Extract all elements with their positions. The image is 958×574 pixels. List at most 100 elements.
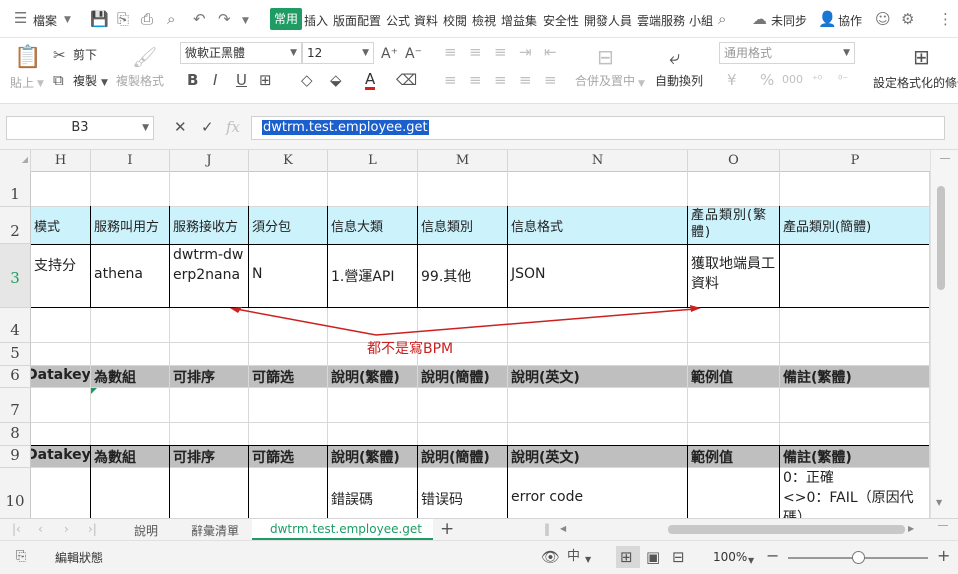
align-left-icon[interactable]: ≡ [444, 72, 457, 88]
eraser-icon[interactable]: ⌫ [396, 72, 417, 88]
bold-icon[interactable]: B [187, 72, 198, 88]
more-icon[interactable]: ⋮ [938, 10, 953, 28]
cell-j6[interactable]: 可排序 [170, 367, 248, 387]
highlight-icon[interactable]: ⬙ [330, 72, 342, 88]
conditional-format-button[interactable]: 設定格式化的條件 [873, 74, 958, 91]
align-center-icon[interactable]: ≡ [469, 72, 482, 88]
align-top-icon[interactable]: ≡ [444, 44, 457, 60]
column-header-m[interactable]: M [418, 150, 508, 172]
last-sheet-icon[interactable]: ›| [88, 522, 97, 536]
justify-icon[interactable]: ≡ [519, 72, 532, 88]
name-box[interactable]: B3 ▼ [6, 116, 154, 140]
split-handle[interactable] [940, 158, 950, 159]
font-size-select[interactable]: 12 ▼ [302, 42, 374, 64]
prev-sheet-icon[interactable]: ‹ [38, 522, 43, 536]
chevron-down-icon[interactable]: ▼ [64, 11, 71, 29]
column-header-o[interactable]: O [688, 150, 780, 172]
percent-icon[interactable]: % [760, 72, 774, 88]
cell-n6[interactable]: 說明(英文) [508, 367, 687, 387]
scroll-left-icon[interactable]: ◀ [560, 524, 566, 533]
tab-insert[interactable]: 插入 [304, 12, 328, 29]
page-break-icon[interactable]: ⊟ [672, 549, 685, 565]
cut-button[interactable]: 剪下 [73, 46, 97, 63]
copy-icon[interactable]: ⧉ [53, 72, 64, 88]
eye-protect-icon[interactable]: 👁 [541, 549, 560, 565]
chevron-down-icon[interactable]: ▼ [101, 75, 108, 91]
cell-l6[interactable]: 說明(繁體) [328, 367, 417, 387]
cell-grid[interactable]: 1 2 3 4 5 6 7 8 9 10 模式 服務叫用方 服務接收方 須分包 … [0, 172, 930, 518]
zoom-level[interactable]: 100% [713, 550, 747, 564]
distribute-icon[interactable]: ≡ [544, 72, 557, 88]
currency-icon[interactable]: ¥ [727, 72, 737, 88]
tab-cloud[interactable]: 雲端服務 [637, 12, 685, 29]
file-menu[interactable]: 檔案 [33, 12, 57, 29]
sync-status[interactable]: 未同步 [771, 12, 807, 29]
tab-view[interactable]: 檢視 [472, 12, 496, 29]
add-sheet-icon[interactable]: + [440, 519, 454, 539]
font-shrink-icon[interactable]: A⁻ [405, 46, 422, 62]
user-icon[interactable]: 👤 [818, 10, 837, 28]
zoom-in-icon[interactable]: + [937, 548, 950, 564]
tab-data[interactable]: 資料 [414, 12, 438, 29]
tab-security[interactable]: 安全性 [543, 12, 579, 29]
font-grow-icon[interactable]: A⁺ [381, 46, 398, 62]
cell-j9[interactable]: 可排序 [170, 447, 248, 467]
chevron-down-icon[interactable]: ▼ [748, 553, 754, 569]
sheet-tab-active-label[interactable]: dwtrm.test.employee.get [270, 522, 422, 536]
export-icon[interactable]: ⎘ [117, 10, 129, 28]
sheet-tab-readme[interactable]: 說明 [134, 522, 158, 539]
horizontal-scroll-thumb[interactable] [668, 525, 905, 534]
chevron-down-icon[interactable]: ▼ [585, 552, 591, 568]
redo-icon[interactable]: ↷ [218, 10, 231, 28]
cell-n9[interactable]: 說明(英文) [508, 447, 687, 467]
tab-developer[interactable]: 開發人員 [584, 12, 632, 29]
menu-icon[interactable]: ☰ [14, 9, 27, 27]
merge-icon[interactable]: ⊟ [597, 46, 614, 68]
preview-icon[interactable]: ⌕ [167, 10, 175, 28]
cell-m9[interactable]: 說明(簡體) [418, 447, 507, 467]
print-icon[interactable]: ⎙ [141, 10, 153, 28]
decrease-decimal-icon[interactable]: ⁰⁻ [838, 72, 848, 88]
cell-l10[interactable]: 錯誤碼 [328, 489, 417, 509]
table-format-icon[interactable]: ⊞ [913, 46, 930, 68]
input-method-icon[interactable]: 中 [567, 549, 580, 565]
column-header-h[interactable]: H [31, 150, 91, 172]
undo-icon[interactable]: ↶ [193, 10, 206, 28]
cell-p10[interactable]: 0：正確 <>0：FAIL（原因代碼） [780, 468, 929, 518]
italic-icon[interactable]: I [213, 72, 217, 88]
confirm-icon[interactable]: ✓ [201, 119, 214, 135]
align-bottom-icon[interactable]: ≡ [494, 44, 507, 60]
format-painter-button[interactable]: 複製格式 [116, 72, 164, 89]
normal-view-icon[interactable]: ⊞ [620, 549, 633, 565]
column-header-n[interactable]: N [508, 150, 688, 172]
cell-n10[interactable]: error code [508, 489, 687, 505]
merge-button[interactable]: 合併及置中 [575, 72, 635, 89]
macro-icon[interactable]: ⎘ [16, 549, 26, 565]
increase-decimal-icon[interactable]: ⁺⁰ [812, 72, 822, 88]
zoom-out-icon[interactable]: − [766, 548, 779, 564]
cell-k6[interactable]: 可篩选 [249, 367, 327, 387]
chevron-down-icon[interactable]: ▼ [242, 12, 249, 30]
search-icon[interactable]: ⌕ [718, 10, 726, 28]
zoom-slider-knob[interactable] [851, 551, 865, 564]
wrap-text-button[interactable]: 自動換列 [655, 72, 703, 89]
tab-review[interactable]: 校閱 [443, 12, 467, 29]
tab-formula[interactable]: 公式 [386, 12, 410, 29]
vertical-scrollbar[interactable]: ▼ [930, 150, 958, 518]
tab-splitter-icon[interactable]: ‖ [544, 522, 550, 536]
tab-addins[interactable]: 增益集 [501, 12, 537, 29]
save-icon[interactable]: 💾 [90, 10, 109, 28]
align-middle-icon[interactable]: ≡ [469, 44, 482, 60]
paste-button[interactable]: 貼上 [10, 74, 34, 91]
format-painter-icon[interactable]: 🖌 [132, 46, 157, 68]
cell-h9[interactable]: Datakey [31, 447, 90, 463]
thousands-icon[interactable]: 000 [782, 72, 803, 88]
column-header-k[interactable]: K [249, 150, 328, 172]
formula-input[interactable]: dwtrm.test.employee.get [251, 116, 945, 140]
tab-home[interactable]: 常用 [270, 8, 303, 30]
indent-icon[interactable]: ⇥ [519, 44, 532, 60]
cell-m10[interactable]: 错误码 [418, 489, 507, 509]
scissors-icon[interactable]: ✂ [53, 47, 66, 63]
copy-button[interactable]: 複製 [73, 72, 97, 89]
gear-icon[interactable]: ⚙ [901, 10, 914, 28]
